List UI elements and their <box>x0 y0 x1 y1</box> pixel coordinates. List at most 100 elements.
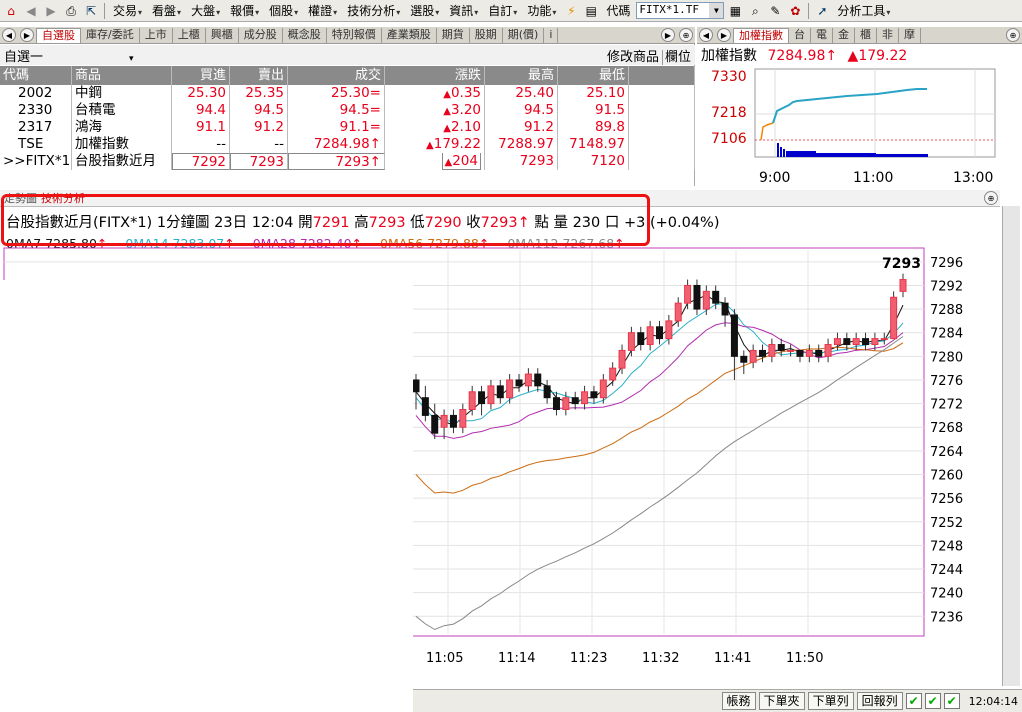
check-icon[interactable]: ✔ <box>943 693 960 709</box>
cursor-icon[interactable]: ➚ <box>813 2 831 20</box>
table-row[interactable]: 2002 中鋼 25.30 25.35 25.30= ▲0.35 25.40 2… <box>0 85 695 102</box>
x-tick-label: 11:32 <box>642 651 679 666</box>
tab-listed[interactable]: 上市 <box>140 28 173 43</box>
zoom-icon[interactable]: ⊕ <box>984 191 998 205</box>
notepad-icon[interactable]: ▤ <box>582 2 600 20</box>
candle-body <box>824 344 832 357</box>
account-button[interactable]: 帳務 <box>721 692 756 710</box>
popout-icon[interactable]: ⇱ <box>82 2 100 20</box>
tab-options[interactable]: 期(價) <box>503 28 545 43</box>
symbol-code-input[interactable]: FITX*1.TF ▼ <box>636 2 725 19</box>
right-scrollbar[interactable] <box>1002 206 1020 686</box>
zoom-icon[interactable]: ⊕ <box>679 28 693 42</box>
col-header-change[interactable]: 漲跌 <box>385 66 485 85</box>
menu-stock[interactable]: 個股▾ <box>265 2 302 19</box>
back-arrow-icon[interactable]: ◀ <box>22 2 40 20</box>
tab-more[interactable]: i <box>544 28 559 43</box>
table-row[interactable]: TSE 加權指數 -- -- 7284.98↑ ▲179.22 7288.97 … <box>0 136 695 153</box>
group-select[interactable]: 自選一 ▾ <box>4 46 134 65</box>
menu-function[interactable]: 功能▾ <box>523 2 560 19</box>
cell-low: 7148.97 <box>558 136 629 153</box>
y-tick-label: 7264 <box>930 445 963 460</box>
col-header-high[interactable]: 最高 <box>485 66 558 85</box>
tab-futures[interactable]: 期貨 <box>437 28 470 43</box>
up-triangle-icon: ▲ <box>443 89 451 100</box>
col-header-code[interactable]: 代碼 <box>0 66 72 85</box>
tab-scroll-left-icon[interactable]: ◀ <box>699 28 713 42</box>
columns-button[interactable]: 欄位 <box>661 49 691 65</box>
menu-info[interactable]: 資訊▾ <box>445 2 482 19</box>
menu-warrant[interactable]: 權證▾ <box>304 2 341 19</box>
y-tick-label: 7260 <box>930 468 963 483</box>
tab-next-icon[interactable]: ▶ <box>661 28 675 42</box>
tab-emerging[interactable]: 興櫃 <box>206 28 239 43</box>
check-icon[interactable]: ✔ <box>924 693 941 709</box>
watchlist-panel: ◀ ▶ 自選股 庫存/委託 上市 上櫃 興櫃 成分股 概念股 特別報價 產業類股… <box>0 27 695 186</box>
order-folder-button[interactable]: 下單夾 <box>758 692 805 710</box>
tab-stock-futures[interactable]: 股期 <box>470 28 503 43</box>
analysis-tools-menu[interactable]: 分析工具▾ <box>833 2 894 19</box>
menu-market[interactable]: 大盤▾ <box>187 2 224 19</box>
cell-ask[interactable]: 7293 <box>230 153 288 170</box>
tab-tw[interactable]: 台 <box>789 28 811 43</box>
table-row[interactable]: 2317 鴻海 91.1 91.2 91.1= ▲2.10 91.2 89.8 <box>0 119 695 136</box>
col-header-ask[interactable]: 賣出 <box>230 66 288 85</box>
menu-custom[interactable]: 自訂▾ <box>484 2 521 19</box>
chevron-down-icon[interactable]: ▼ <box>709 3 724 18</box>
menu-screener[interactable]: 選股▾ <box>406 2 443 19</box>
col-header-last[interactable]: 成交 <box>288 66 385 85</box>
tab-inventory[interactable]: 庫存/委託 <box>81 28 140 43</box>
tab-taiex[interactable]: 加權指數 <box>733 28 789 43</box>
search-icon[interactable]: ⌕ <box>746 2 764 20</box>
lightning-icon[interactable]: ⚡ <box>562 2 580 20</box>
tab-special-quotes[interactable]: 特別報價 <box>327 28 382 43</box>
order-bar-button[interactable]: 下單列 <box>807 692 854 710</box>
tab-components[interactable]: 成分股 <box>239 28 283 43</box>
quote-board-icon[interactable]: ▦ <box>726 2 744 20</box>
forward-arrow-icon[interactable]: ▶ <box>42 2 60 20</box>
tab-concept[interactable]: 概念股 <box>283 28 327 43</box>
tab-non[interactable]: 非 <box>877 28 899 43</box>
table-row[interactable]: >>FITX*1 台股指數近月 7292 7293 7293↑ ▲204 729… <box>0 153 695 170</box>
tab-scroll-left-icon[interactable]: ◀ <box>2 28 16 42</box>
check-icon[interactable]: ✔ <box>905 693 922 709</box>
menu-watch[interactable]: 看盤▾ <box>148 2 185 19</box>
candle-body <box>759 349 767 357</box>
col-header-bid[interactable]: 買進 <box>172 66 230 85</box>
cell-change: ▲204 <box>385 153 485 170</box>
chevron-down-icon: ▾ <box>255 8 260 17</box>
trading-app-window: ⌂ ◀ ▶ ⎙ ⇱ 交易▾ 看盤▾ 大盤▾ 報價▾ 個股▾ 權證▾ 技術分析▾ … <box>0 0 1022 712</box>
menu-trade[interactable]: 交易▾ <box>109 2 146 19</box>
report-bar-button[interactable]: 回報列 <box>856 692 903 710</box>
table-row[interactable]: 2330 台積電 94.4 94.5 94.5= ▲3.20 94.5 91.5 <box>0 102 695 119</box>
candle-body <box>487 385 495 405</box>
tag-icon[interactable]: ✿ <box>786 2 804 20</box>
col-header-name[interactable]: 商品 <box>72 66 172 85</box>
edit-symbols-button[interactable]: 修改商品 <box>607 50 659 65</box>
tab-scroll-right-icon[interactable]: ▶ <box>717 28 731 42</box>
zoom-icon[interactable]: ⊕ <box>1006 28 1020 42</box>
chevron-down-icon: ▾ <box>435 8 440 17</box>
cell-code: 2330 <box>0 102 72 119</box>
tab-otc[interactable]: 上櫃 <box>173 28 206 43</box>
cell-bid: 91.1 <box>172 119 230 136</box>
tab-watchlist[interactable]: 自選股 <box>36 28 81 43</box>
home-icon[interactable]: ⌂ <box>2 2 20 20</box>
table-header: 代碼 商品 買進 賣出 成交 漲跌 最高 最低 <box>0 66 695 85</box>
col-header-low[interactable]: 最低 <box>558 66 629 85</box>
cell-ask: 25.35 <box>230 85 288 102</box>
tab-otc-index[interactable]: 櫃 <box>855 28 877 43</box>
cell-name: 台股指數近月 <box>72 153 172 170</box>
tab-industry[interactable]: 產業類股 <box>382 28 437 43</box>
tab-finance[interactable]: 金 <box>833 28 855 43</box>
tools-icon[interactable]: ✎ <box>766 2 784 20</box>
menu-quotes[interactable]: 報價▾ <box>226 2 263 19</box>
candle-body <box>693 284 701 310</box>
cell-bid[interactable]: 7292 <box>172 153 230 170</box>
toolbar-divider <box>104 2 105 19</box>
tab-electronics[interactable]: 電 <box>811 28 833 43</box>
tab-msci[interactable]: 摩 <box>899 28 921 43</box>
print-icon[interactable]: ⎙ <box>62 2 80 20</box>
tab-scroll-right-icon[interactable]: ▶ <box>20 28 34 42</box>
menu-technical[interactable]: 技術分析▾ <box>343 2 404 19</box>
